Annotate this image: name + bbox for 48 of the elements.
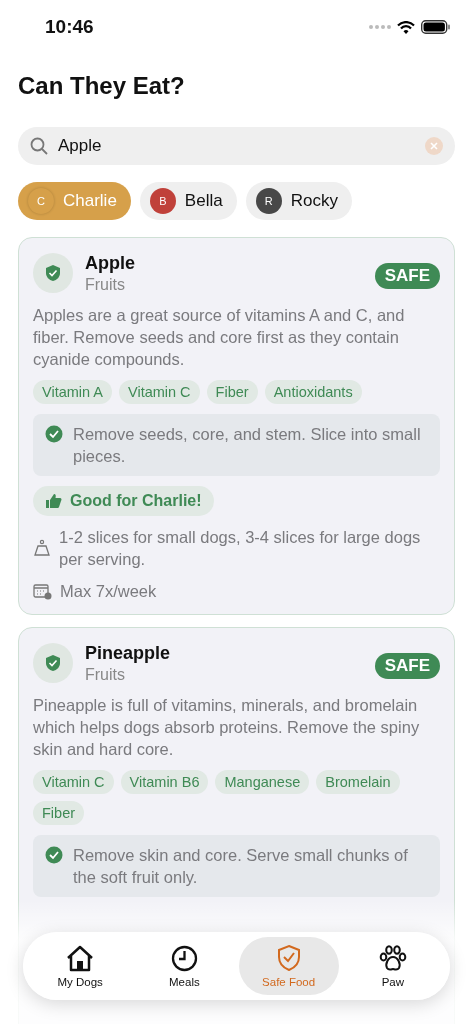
page-title: Can They Eat? <box>17 71 186 100</box>
calendar-icon <box>33 582 52 600</box>
food-description: Pineapple is full of vitamins, minerals, and bromelain which helps dogs absorb proteins. Remove the spiny skin and hard core. <box>33 695 421 760</box>
status-badge: SAFE <box>374 653 440 679</box>
check-circle-icon <box>45 425 63 443</box>
wifi-icon <box>397 20 415 34</box>
verdict-pill: Good for Charlie! <box>33 486 214 516</box>
tab-item[interactable]: Meals <box>134 937 235 995</box>
nutrient-tag: Vitamin C <box>33 770 114 794</box>
search-field[interactable]: Apple <box>18 127 455 165</box>
search-icon <box>30 137 48 155</box>
thumbs-up-icon <box>45 493 62 509</box>
dog-avatar: C <box>28 188 54 214</box>
serving-text: 1-2 slices for small dogs, 3-4 slices for large dogs per serving. <box>59 527 422 570</box>
shield-check-icon <box>33 253 73 293</box>
nutrient-tag: Fiber <box>206 380 258 404</box>
scale-icon <box>33 539 51 557</box>
tab-item[interactable]: My Dogs <box>30 937 131 995</box>
nutrient-tag: Bromelain <box>316 770 400 794</box>
shield-check-icon <box>33 643 73 683</box>
signal-icon <box>369 25 391 29</box>
dog-chip[interactable]: R Rocky <box>245 182 352 220</box>
nutrient-tag: Vitamin A <box>33 380 112 404</box>
shield-check-icon <box>276 944 301 972</box>
check-circle-icon <box>45 846 63 864</box>
food-category: Fruits <box>85 276 126 294</box>
battery-icon <box>421 20 451 34</box>
food-card[interactable] <box>18 237 455 615</box>
dog-avatar: R <box>255 188 282 214</box>
frequency-text: Max 7x/week <box>60 581 157 602</box>
food-name: Apple <box>85 253 136 274</box>
nutrient-tag: Fiber <box>33 801 85 825</box>
nutrient-tag: Vitamin B6 <box>120 770 209 794</box>
food-category: Fruits <box>85 666 126 684</box>
dog-chip[interactable]: B Bella <box>139 182 237 220</box>
paw-icon <box>378 944 407 972</box>
dog-avatar: B <box>149 188 176 214</box>
clock-icon <box>170 944 198 972</box>
nutrient-tag: Antioxidants <box>264 380 362 404</box>
food-description: Apples are a great source of vitamins A and C, and fiber. Remove seeds and core first as they contain cyanide compounds. <box>33 305 406 370</box>
tip-text: Remove seeds, core, and stem. Slice into small pieces. <box>73 424 422 467</box>
food-name: Pineapple <box>85 643 172 664</box>
tab-item[interactable]: Paw <box>342 937 443 995</box>
nutrient-tag: Manganese <box>215 770 310 794</box>
nutrient-tag: Vitamin C <box>119 380 200 404</box>
status-badge: SAFE <box>374 263 440 289</box>
status-time: 10:46 <box>45 16 94 38</box>
tip-text: Remove skin and core. Serve small chunks of the soft fruit only. <box>73 845 409 888</box>
